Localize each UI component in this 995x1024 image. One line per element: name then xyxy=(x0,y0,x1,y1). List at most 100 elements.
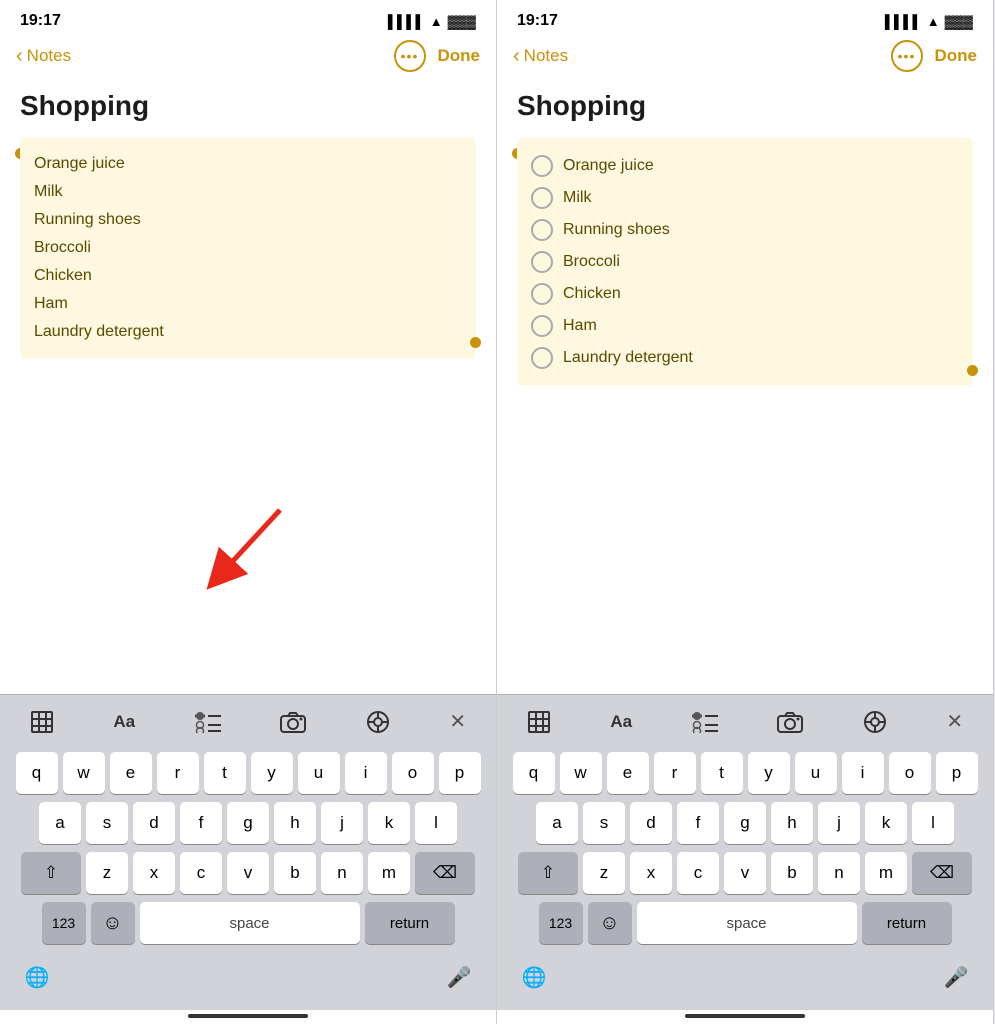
key-p-right[interactable]: p xyxy=(936,752,978,794)
keyboard-row3-right: ⇧ z x c v b n m ⌫ xyxy=(501,852,989,894)
key-t-right[interactable]: t xyxy=(701,752,743,794)
key-f-left[interactable]: f xyxy=(180,802,222,844)
key-k-left[interactable]: k xyxy=(368,802,410,844)
key-l-right[interactable]: l xyxy=(912,802,954,844)
markup-button-left[interactable] xyxy=(356,706,400,738)
back-button-right[interactable]: ‹ Notes xyxy=(513,46,568,66)
emoji-key-right[interactable]: ☺ xyxy=(588,902,632,944)
key-i-right[interactable]: i xyxy=(842,752,884,794)
camera-button-left[interactable] xyxy=(270,707,316,737)
key-o-right[interactable]: o xyxy=(889,752,931,794)
key-r-left[interactable]: r xyxy=(157,752,199,794)
key-d-left[interactable]: d xyxy=(133,802,175,844)
checkbox[interactable] xyxy=(531,347,553,369)
checklist-area-left[interactable]: Orange juice Milk Running shoes Broccoli… xyxy=(20,138,476,358)
camera-button-right[interactable] xyxy=(767,707,813,737)
key-v-left[interactable]: v xyxy=(227,852,269,894)
key-o-left[interactable]: o xyxy=(392,752,434,794)
key-z-right[interactable]: z xyxy=(583,852,625,894)
key-n-right[interactable]: n xyxy=(818,852,860,894)
key-h-right[interactable]: h xyxy=(771,802,813,844)
shift-key-right[interactable]: ⇧ xyxy=(518,852,578,894)
key-p-left[interactable]: p xyxy=(439,752,481,794)
key-w-right[interactable]: w xyxy=(560,752,602,794)
key-z-left[interactable]: z xyxy=(86,852,128,894)
space-key-right[interactable]: space xyxy=(637,902,857,944)
list-item: Running shoes xyxy=(531,214,959,246)
checkbox[interactable] xyxy=(531,187,553,209)
checklist-button-left[interactable] xyxy=(185,707,231,737)
key-f-right[interactable]: f xyxy=(677,802,719,844)
table-button-right[interactable] xyxy=(517,706,561,738)
format-button-left[interactable]: Aa xyxy=(103,708,145,736)
key-q-right[interactable]: q xyxy=(513,752,555,794)
close-button-right[interactable]: ✕ xyxy=(936,705,973,738)
key-r-right[interactable]: r xyxy=(654,752,696,794)
key-c-left[interactable]: c xyxy=(180,852,222,894)
checkbox[interactable] xyxy=(531,315,553,337)
key-s-right[interactable]: s xyxy=(583,802,625,844)
key-d-right[interactable]: d xyxy=(630,802,672,844)
key-a-right[interactable]: a xyxy=(536,802,578,844)
key-s-left[interactable]: s xyxy=(86,802,128,844)
done-button-left[interactable]: Done xyxy=(438,46,481,66)
close-button-left[interactable]: ✕ xyxy=(439,705,476,738)
key-l-left[interactable]: l xyxy=(415,802,457,844)
key-b-right[interactable]: b xyxy=(771,852,813,894)
key-t-left[interactable]: t xyxy=(204,752,246,794)
key-v-right[interactable]: v xyxy=(724,852,766,894)
more-button-left[interactable]: ••• xyxy=(394,40,426,72)
globe-key-right[interactable]: 🌐 xyxy=(513,956,555,998)
key-m-right[interactable]: m xyxy=(865,852,907,894)
delete-key-left[interactable]: ⌫ xyxy=(415,852,475,894)
key-m-left[interactable]: m xyxy=(368,852,410,894)
key-e-right[interactable]: e xyxy=(607,752,649,794)
key-y-left[interactable]: y xyxy=(251,752,293,794)
key-j-right[interactable]: j xyxy=(818,802,860,844)
delete-key-right[interactable]: ⌫ xyxy=(912,852,972,894)
key-b-left[interactable]: b xyxy=(274,852,316,894)
mic-key-right[interactable]: 🎤 xyxy=(935,956,977,998)
key-x-right[interactable]: x xyxy=(630,852,672,894)
key-i-left[interactable]: i xyxy=(345,752,387,794)
key-j-left[interactable]: j xyxy=(321,802,363,844)
space-key-left[interactable]: space xyxy=(140,902,360,944)
checklist-area-right[interactable]: Orange juice Milk Running shoes Broccoli… xyxy=(517,138,973,386)
shift-key-left[interactable]: ⇧ xyxy=(21,852,81,894)
format-button-right[interactable]: Aa xyxy=(600,708,642,736)
checkbox[interactable] xyxy=(531,219,553,241)
wifi-icon-right: ▲ xyxy=(927,14,940,29)
mic-key-left[interactable]: 🎤 xyxy=(438,956,480,998)
key-h-left[interactable]: h xyxy=(274,802,316,844)
key-u-right[interactable]: u xyxy=(795,752,837,794)
key-g-left[interactable]: g xyxy=(227,802,269,844)
key-g-right[interactable]: g xyxy=(724,802,766,844)
key-w-left[interactable]: w xyxy=(63,752,105,794)
return-key-right[interactable]: return xyxy=(862,902,952,944)
home-indicator-right xyxy=(685,1014,805,1018)
status-icons-left: ▌▌▌▌ ▲ ▓▓▓ xyxy=(388,14,476,29)
checkbox[interactable] xyxy=(531,155,553,177)
globe-key-left[interactable]: 🌐 xyxy=(16,956,58,998)
checkbox[interactable] xyxy=(531,251,553,273)
key-a-left[interactable]: a xyxy=(39,802,81,844)
key-x-left[interactable]: x xyxy=(133,852,175,894)
table-button-left[interactable] xyxy=(20,706,64,738)
more-button-right[interactable]: ••• xyxy=(891,40,923,72)
key-u-left[interactable]: u xyxy=(298,752,340,794)
key-q-left[interactable]: q xyxy=(16,752,58,794)
key-k-right[interactable]: k xyxy=(865,802,907,844)
key-y-right[interactable]: y xyxy=(748,752,790,794)
checklist-button-right[interactable] xyxy=(682,707,728,737)
emoji-key-left[interactable]: ☺ xyxy=(91,902,135,944)
key-n-left[interactable]: n xyxy=(321,852,363,894)
return-key-left[interactable]: return xyxy=(365,902,455,944)
num-key-right[interactable]: 123 xyxy=(539,902,583,944)
markup-button-right[interactable] xyxy=(853,706,897,738)
back-button-left[interactable]: ‹ Notes xyxy=(16,46,71,66)
checkbox[interactable] xyxy=(531,283,553,305)
key-c-right[interactable]: c xyxy=(677,852,719,894)
done-button-right[interactable]: Done xyxy=(935,46,978,66)
num-key-left[interactable]: 123 xyxy=(42,902,86,944)
key-e-left[interactable]: e xyxy=(110,752,152,794)
